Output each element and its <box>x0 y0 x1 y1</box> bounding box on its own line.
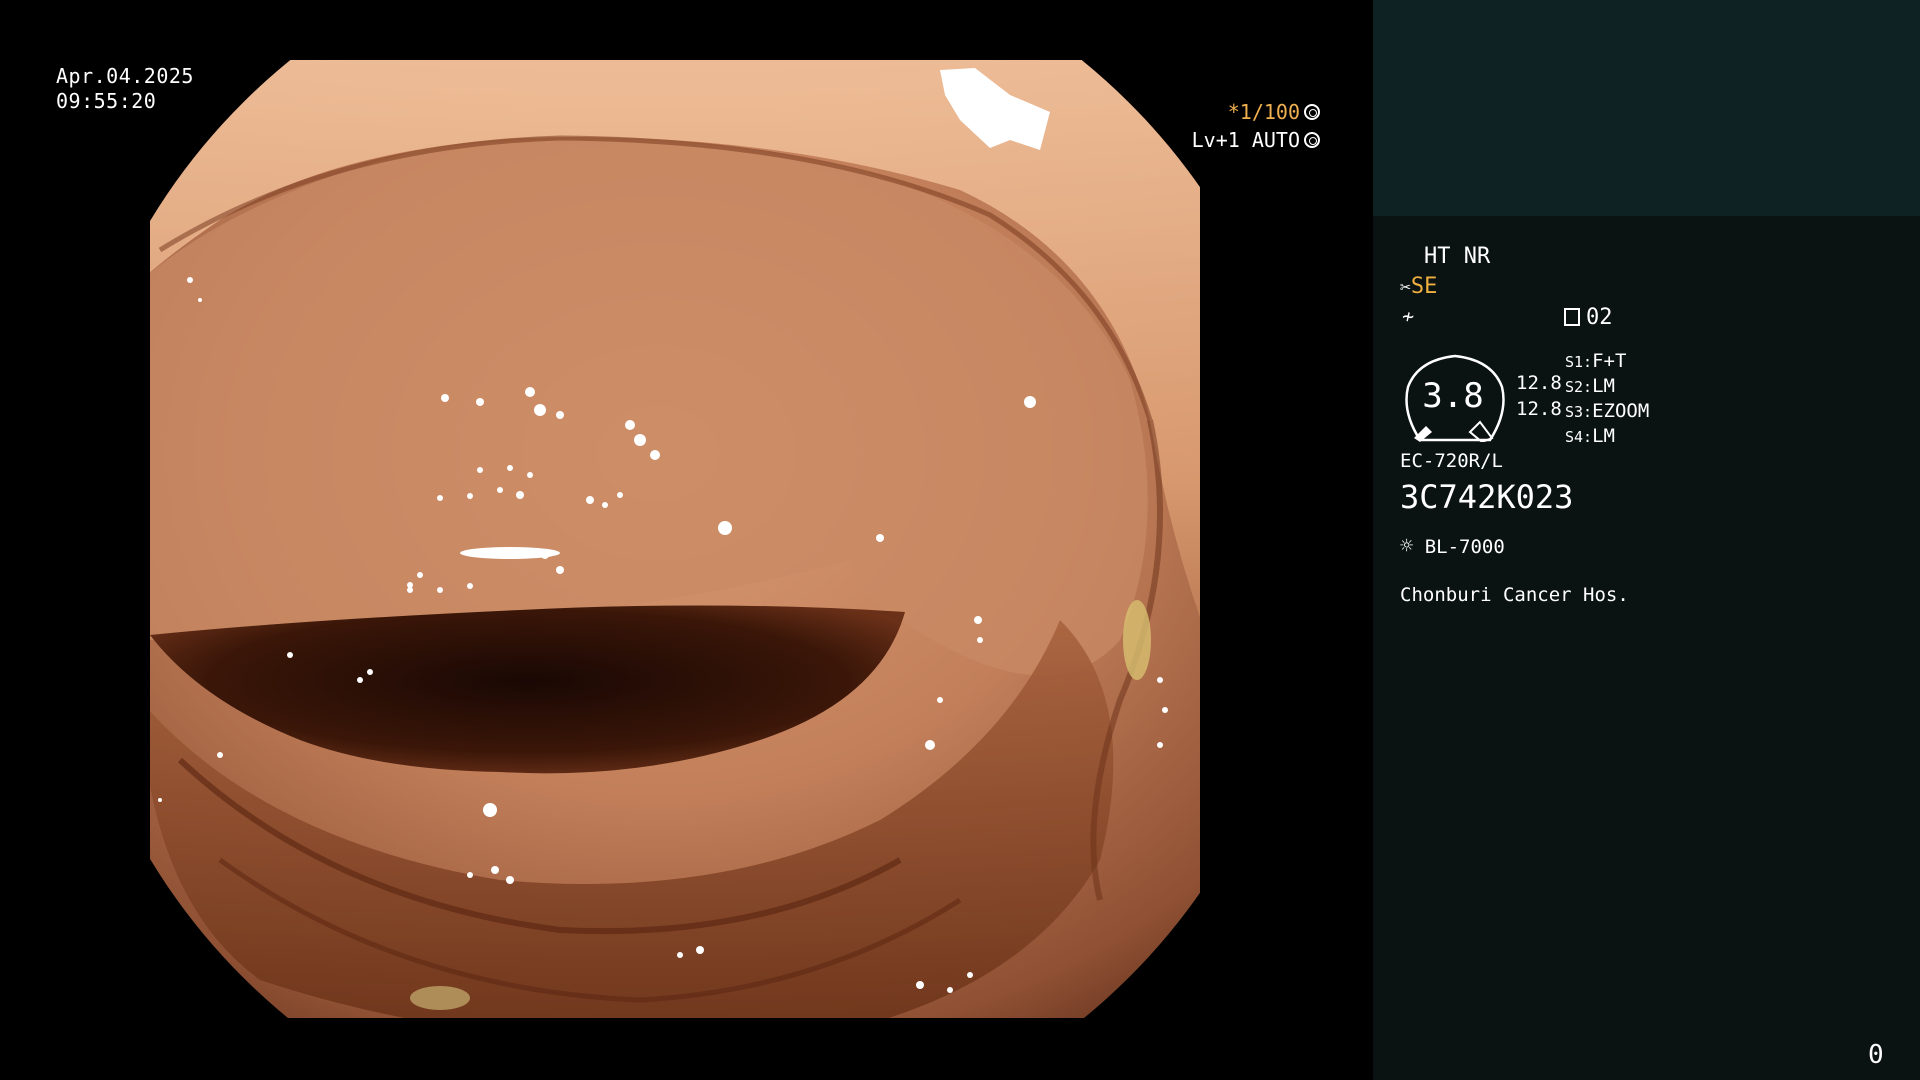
light-source: BL-7000 <box>1424 536 1505 558</box>
se-label: SE <box>1410 274 1438 299</box>
exposure-readout: *1/100 Lv+1 AUTO <box>1170 98 1320 154</box>
s3-label: S3: <box>1565 403 1593 421</box>
record-number: 02 <box>1586 305 1613 330</box>
auto-iris-icon <box>1304 132 1320 148</box>
s2-value: LM <box>1592 375 1615 397</box>
record-icon <box>1564 308 1580 326</box>
capture-time: 09:55:20 <box>56 89 157 113</box>
s2-label: S2: <box>1565 378 1593 396</box>
shutter-icon <box>1304 104 1320 120</box>
filter-icon: ≁ <box>1402 304 1415 328</box>
light-icon: ☼ <box>1400 534 1414 559</box>
image-counter: 0 <box>1868 1040 1884 1070</box>
scope-serial: 3C742K023 <box>1400 478 1574 516</box>
s1-value: F+T <box>1592 350 1627 372</box>
capture-datetime: Apr.04.2025 09:55:20 <box>56 64 194 114</box>
s1-label: S1: <box>1565 353 1593 371</box>
shutter-speed: *1/100 <box>1227 100 1300 124</box>
endoscopic-image <box>150 60 1200 1018</box>
ht-nr-label: HT NR <box>1424 244 1491 269</box>
s4-label: S4: <box>1565 428 1593 446</box>
switch-s1: S1:F+T <box>1565 350 1626 372</box>
iris-level: Lv+1 AUTO <box>1191 128 1300 152</box>
switch-s2: S2:LM <box>1565 375 1615 397</box>
panel-header-area <box>1373 0 1920 216</box>
gauge-side-1: 12.8 <box>1516 372 1562 394</box>
hospital-name: Chonburi Cancer Hos. <box>1400 584 1629 606</box>
switch-s4: S4:LM <box>1565 425 1615 447</box>
se-row: ✂SE <box>1400 274 1437 299</box>
endoscope-view: Apr.04.2025 09:55:20 *1/100 Lv+1 AUTO <box>0 0 1372 1080</box>
gauge-side-2: 12.8 <box>1516 398 1562 420</box>
light-source-row: ☼ BL-7000 <box>1400 534 1505 559</box>
scope-model: EC-720R/L <box>1400 450 1503 472</box>
s3-value: EZOOM <box>1592 400 1650 422</box>
zoom-value: 3.8 <box>1422 376 1484 416</box>
capture-date: Apr.04.2025 <box>56 64 194 88</box>
record-row: 02 <box>1564 305 1613 330</box>
s4-value: LM <box>1592 425 1615 447</box>
scissor-icon: ✂ <box>1400 277 1411 298</box>
switch-s3: S3:EZOOM <box>1565 400 1649 422</box>
